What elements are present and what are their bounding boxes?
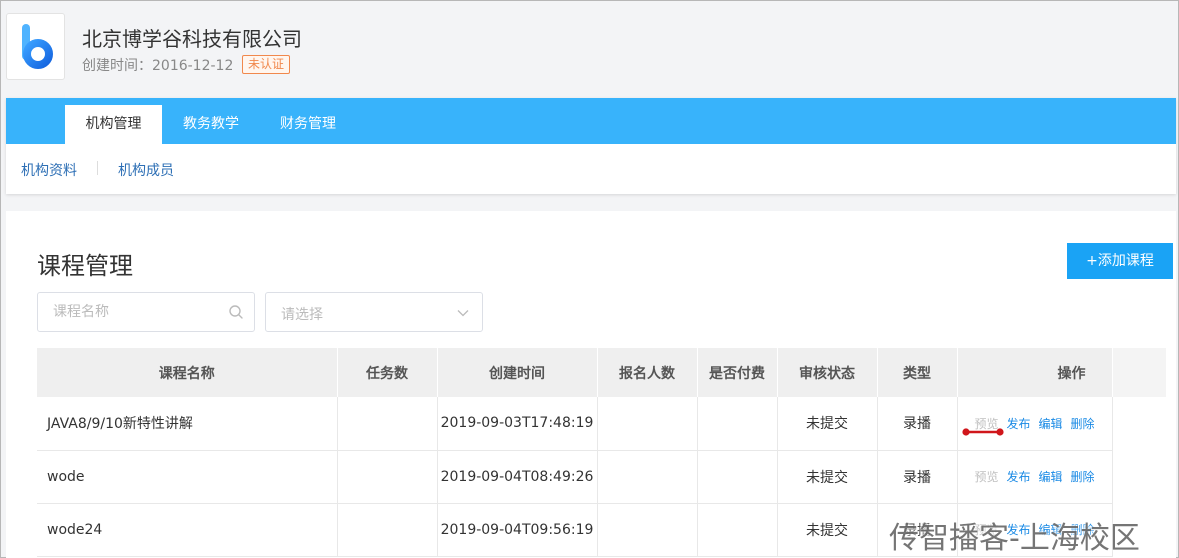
edit-link[interactable]: 编辑 [1039, 470, 1063, 484]
preview-link[interactable]: 预览 [974, 470, 998, 484]
org-name: 北京博学谷科技有限公司 [82, 27, 302, 51]
tab-org-management[interactable]: 机构管理 [65, 105, 162, 144]
header-enrolled: 报名人数 [597, 348, 698, 397]
subnav-org-members[interactable]: 机构成员 [118, 160, 174, 180]
nav-card: 机构管理 教务教学 财务管理 机构资料 机构成员 [6, 98, 1176, 194]
created-time: 2019-09-04T09:56:19 [437, 503, 598, 557]
action-cell: 预览 发布 编辑 删除 [957, 397, 1113, 451]
review-status: 未提交 [777, 397, 878, 451]
enrolled-count [597, 503, 698, 557]
enrolled-count [597, 450, 698, 504]
search-icon[interactable] [228, 304, 244, 325]
review-status: 未提交 [777, 503, 878, 557]
scroll-gutter-cell [1112, 450, 1166, 503]
enrolled-count [597, 397, 698, 451]
tab-bar: 机构管理 教务教学 财务管理 [6, 98, 1176, 144]
task-count [337, 503, 438, 557]
delete-link[interactable]: 删除 [1071, 470, 1095, 484]
course-type: 录播 [877, 397, 958, 451]
task-count [337, 397, 438, 451]
table-row: JAVA8/9/10新特性讲解 2019-09-03T17:48:19 未提交 … [37, 397, 1166, 451]
header-tasks: 任务数 [337, 348, 438, 397]
header-status: 审核状态 [777, 348, 878, 397]
watermark-text: 传智播客-上海校区 [889, 521, 1140, 556]
task-count [337, 450, 438, 504]
edit-link[interactable]: 编辑 [1039, 417, 1063, 431]
subnav-divider [97, 161, 98, 175]
subnav-org-info[interactable]: 机构资料 [21, 160, 77, 180]
course-type: 录播 [877, 450, 958, 504]
action-cell: 预览 发布 编辑 删除 [957, 450, 1113, 504]
paid-flag [697, 450, 778, 504]
add-course-button[interactable]: +添加课程 [1067, 243, 1173, 279]
tab-finance[interactable]: 财务管理 [268, 105, 348, 144]
course-name: wode [37, 450, 338, 504]
header-scroll-gutter [1112, 348, 1166, 397]
course-name: wode24 [37, 503, 338, 557]
org-header: 北京博学谷科技有限公司 创建时间：2016-12-12 未认证 [1, 1, 1178, 98]
verification-badge: 未认证 [242, 55, 291, 74]
publish-link[interactable]: 发布 [1006, 417, 1030, 431]
course-name-input[interactable] [38, 293, 228, 331]
logo-b-icon [21, 23, 53, 69]
table-row: wode 2019-09-04T08:49:26 未提交 录播 预览 发布 编辑 删除 [37, 450, 1166, 504]
created-time: 2019-09-03T17:48:19 [437, 397, 598, 451]
course-management-panel: 课程管理 +添加课程 请选择 课程名称 任务数 创建时间 报名人数 [6, 211, 1176, 558]
paid-flag [697, 503, 778, 557]
review-status: 未提交 [777, 450, 878, 504]
header-type: 类型 [877, 348, 958, 397]
header-created: 创建时间 [437, 348, 598, 397]
publish-link[interactable]: 发布 [1006, 470, 1030, 484]
created-time: 2019-09-04T08:49:26 [437, 450, 598, 504]
delete-link[interactable]: 删除 [1071, 417, 1095, 431]
created-date: 创建时间：2016-12-12 [82, 58, 234, 74]
header-paid: 是否付费 [697, 348, 778, 397]
scroll-gutter-cell [1112, 397, 1166, 450]
paid-flag [697, 397, 778, 451]
chevron-down-icon [456, 306, 470, 325]
red-marker-annotation [961, 428, 1004, 436]
table-header-row: 课程名称 任务数 创建时间 报名人数 是否付费 审核状态 类型 操作 [37, 348, 1166, 397]
status-select[interactable]: 请选择 [265, 292, 483, 332]
org-logo [6, 13, 65, 80]
course-search [37, 292, 255, 332]
header-actions: 操作 [957, 348, 1113, 397]
tab-teaching[interactable]: 教务教学 [171, 105, 251, 144]
page-title: 课程管理 [37, 252, 133, 280]
select-placeholder: 请选择 [281, 307, 323, 323]
header-course-name: 课程名称 [37, 348, 338, 397]
course-name: JAVA8/9/10新特性讲解 [37, 397, 338, 451]
